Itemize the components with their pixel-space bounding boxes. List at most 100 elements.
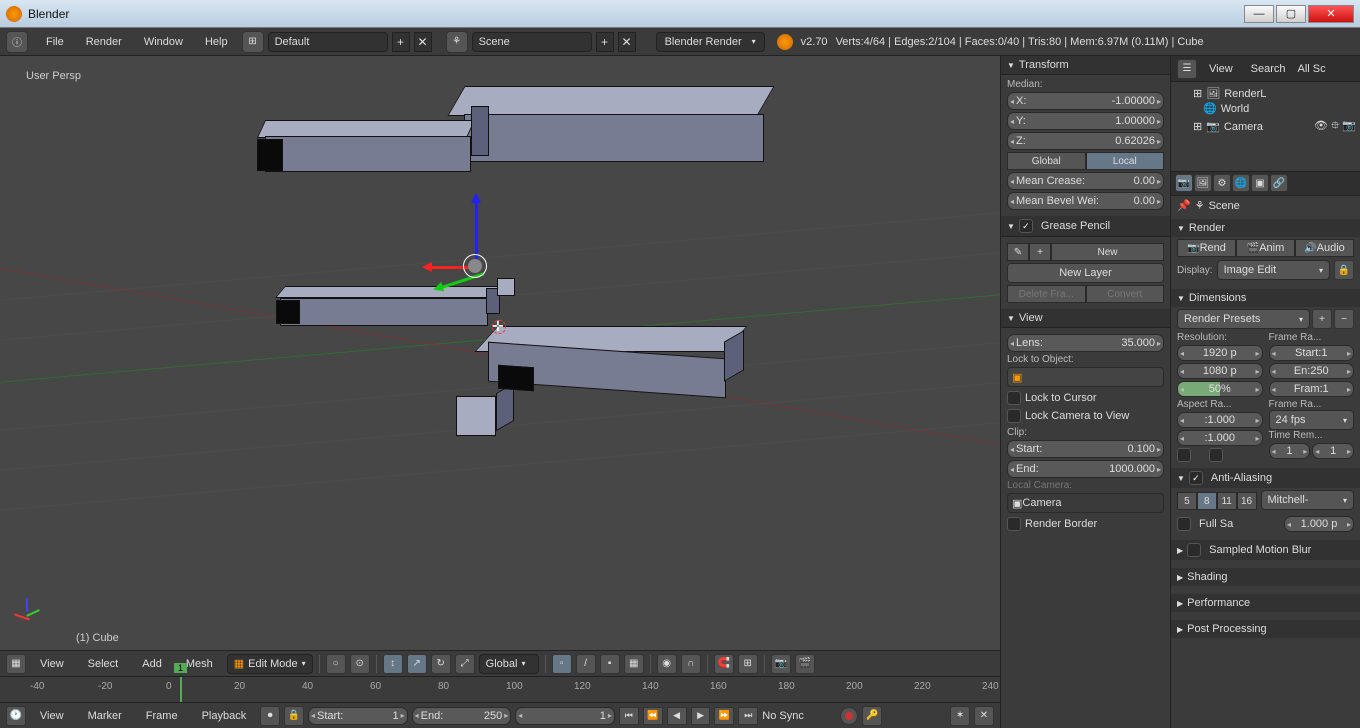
aa-8-button[interactable]: 8: [1197, 492, 1217, 510]
preset-remove-icon[interactable]: −: [1334, 309, 1354, 329]
tl-view[interactable]: View: [30, 707, 74, 725]
shading-section-header[interactable]: ▶Shading: [1171, 568, 1360, 586]
outliner[interactable]: ⊞🖼RenderL 🌐World ⊞📷Camera👁 ⯐ 📷: [1171, 82, 1360, 172]
space-local-button[interactable]: Local: [1086, 152, 1165, 170]
view-panel-header[interactable]: ▼View: [1001, 309, 1170, 328]
clip-end-field[interactable]: End:1000.000: [1007, 460, 1164, 478]
gp-newlayer-button[interactable]: New Layer: [1007, 263, 1164, 283]
select-face-icon[interactable]: ▪: [600, 654, 620, 674]
render-section-header[interactable]: ▼Render: [1171, 219, 1360, 237]
insert-keyframe-button[interactable]: ✶: [950, 706, 970, 726]
lock-object-field[interactable]: ▣: [1007, 367, 1164, 387]
aa-5-button[interactable]: 5: [1177, 492, 1197, 510]
shading-dropdown-icon[interactable]: ○: [326, 654, 346, 674]
render-button[interactable]: 📷Rend: [1177, 239, 1236, 257]
remap-new-field[interactable]: 1: [1312, 443, 1354, 459]
frame-end-field[interactable]: En:250: [1269, 363, 1355, 379]
layout-delete-button[interactable]: ✕: [414, 32, 432, 52]
transform-panel-header[interactable]: ▼Transform: [1001, 56, 1170, 75]
gp-add-icon[interactable]: +: [1029, 243, 1051, 261]
outliner-camera[interactable]: ⊞📷Camera👁 ⯐ 📷: [1175, 116, 1356, 137]
pivot-dropdown-icon[interactable]: ⊙: [350, 654, 370, 674]
snap-element-icon[interactable]: ⊞: [738, 654, 758, 674]
post-section-header[interactable]: ▶Post Processing: [1171, 620, 1360, 638]
menu-window[interactable]: Window: [134, 33, 193, 51]
aspect-x-field[interactable]: :1.000: [1177, 412, 1263, 428]
manipulator-rotate-icon[interactable]: ↻: [431, 654, 451, 674]
render-border-row[interactable]: Render Border: [1007, 517, 1164, 531]
layout-dropdown[interactable]: Default: [268, 32, 388, 52]
vmenu-view[interactable]: View: [30, 655, 74, 673]
play-button[interactable]: ▶: [691, 707, 711, 725]
lock-camera-row[interactable]: Lock Camera to View: [1007, 409, 1164, 423]
aa-size-field[interactable]: 1.000 p: [1284, 516, 1354, 532]
sync-dropdown[interactable]: No Sync: [762, 710, 832, 722]
scene-delete-button[interactable]: ✕: [618, 32, 636, 52]
performance-section-header[interactable]: ▶Performance: [1171, 594, 1360, 612]
editor-type-timeline-icon[interactable]: 🕐: [6, 706, 26, 726]
tab-scene-icon[interactable]: ⚙: [1213, 174, 1231, 192]
lock-range-icon[interactable]: 🔒: [284, 706, 304, 726]
3d-viewport[interactable]: User Persp (1) Cube ▦ View Select Add Me…: [0, 56, 1000, 728]
res-pct-field[interactable]: 50%: [1177, 381, 1263, 397]
current-frame-field[interactable]: 1: [515, 707, 615, 725]
aspect-y-field[interactable]: :1.000: [1177, 430, 1263, 446]
menu-render[interactable]: Render: [76, 33, 132, 51]
keying-set-icon[interactable]: 🔑: [862, 706, 882, 726]
menu-help[interactable]: Help: [195, 33, 238, 51]
space-global-button[interactable]: Global: [1007, 152, 1086, 170]
select-vertex-icon[interactable]: ▫: [552, 654, 572, 674]
aa-filter-dropdown[interactable]: Mitchell-▾: [1261, 490, 1355, 510]
scene-dropdown[interactable]: Scene: [472, 32, 592, 52]
aa-check[interactable]: [1189, 471, 1203, 485]
res-y-field[interactable]: 1080 p: [1177, 363, 1263, 379]
timeline-cursor[interactable]: [180, 677, 182, 702]
tab-object-icon[interactable]: ▣: [1251, 174, 1269, 192]
aa-16-button[interactable]: 16: [1237, 492, 1257, 510]
tab-renderlayers-icon[interactable]: 🖼: [1194, 174, 1212, 192]
jump-end-button[interactable]: ⏭: [738, 707, 758, 725]
scene-add-button[interactable]: +: [596, 32, 614, 52]
delete-keyframe-button[interactable]: ✕: [974, 706, 994, 726]
render-opengl-anim-icon[interactable]: 🎬: [795, 654, 815, 674]
aa-section-header[interactable]: ▼Anti-Aliasing: [1171, 468, 1360, 488]
vmenu-select[interactable]: Select: [78, 655, 129, 673]
outliner-filter-dropdown[interactable]: All Sc: [1298, 63, 1338, 75]
editor-type-3dview-icon[interactable]: ▦: [6, 654, 26, 674]
grease-pencil-check[interactable]: [1019, 219, 1033, 233]
outliner-type-icon[interactable]: ☰: [1177, 59, 1197, 79]
snap-toggle-icon[interactable]: 🧲: [714, 654, 734, 674]
timeline[interactable]: -40-200204060801001201401601802002202402…: [0, 676, 1000, 702]
manipulator-toggle-icon[interactable]: ↕: [383, 654, 403, 674]
median-x-field[interactable]: X:-1.00000: [1007, 92, 1164, 110]
smb-section-header[interactable]: ▶Sampled Motion Blur: [1171, 540, 1360, 560]
tl-marker[interactable]: Marker: [78, 707, 132, 725]
auto-record-button[interactable]: [840, 707, 858, 725]
aa-11-button[interactable]: 11: [1217, 492, 1237, 510]
tab-render-icon[interactable]: 📷: [1175, 174, 1193, 192]
layout-browse-icon[interactable]: ⊞: [242, 31, 264, 53]
maximize-button[interactable]: ▢: [1276, 5, 1306, 23]
median-y-field[interactable]: Y:1.00000: [1007, 112, 1164, 130]
res-x-field[interactable]: 1920 p: [1177, 345, 1263, 361]
proportional-edit-icon[interactable]: ◉: [657, 654, 677, 674]
proportional-falloff-icon[interactable]: ∩: [681, 654, 701, 674]
mode-dropdown[interactable]: ▦ Edit Mode ▾: [227, 654, 313, 674]
scene-browse-icon[interactable]: ⚘: [446, 31, 468, 53]
render-opengl-icon[interactable]: 📷: [771, 654, 791, 674]
editor-type-icon[interactable]: ⓘ: [6, 31, 28, 53]
tab-constraints-icon[interactable]: 🔗: [1270, 174, 1288, 192]
lens-field[interactable]: Lens:35.000: [1007, 334, 1164, 352]
fullsample-check[interactable]: [1177, 517, 1191, 531]
outliner-view[interactable]: View: [1203, 61, 1239, 77]
mean-bevel-field[interactable]: Mean Bevel Wei:0.00: [1007, 192, 1164, 210]
start-frame-field[interactable]: Start:1: [308, 707, 408, 725]
jump-start-button[interactable]: ⏮: [619, 707, 639, 725]
render-engine-dropdown[interactable]: Blender Render▾: [656, 32, 765, 52]
manipulator-translate-icon[interactable]: ↗: [407, 654, 427, 674]
manipulator-scale-icon[interactable]: ⤢: [455, 654, 475, 674]
render-presets-dropdown[interactable]: Render Presets▾: [1177, 309, 1310, 329]
mean-crease-field[interactable]: Mean Crease:0.00: [1007, 172, 1164, 190]
dimensions-section-header[interactable]: ▼Dimensions: [1171, 289, 1360, 307]
limit-selection-icon[interactable]: ▦: [624, 654, 644, 674]
